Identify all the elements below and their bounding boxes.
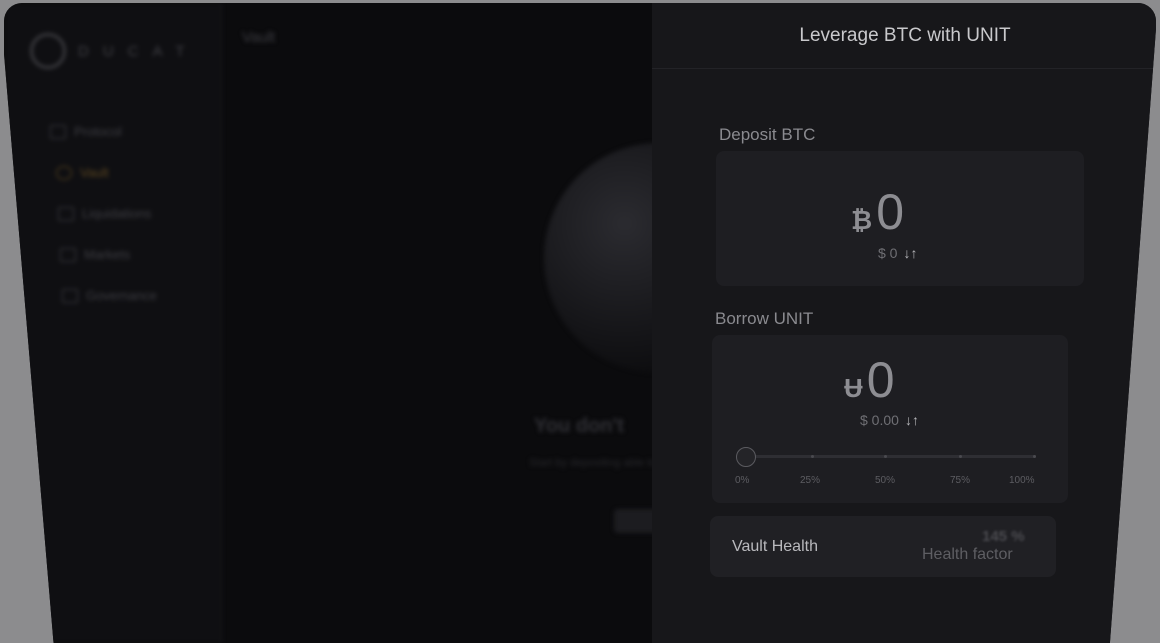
vault-health-card: Vault Health 145 % Health factor bbox=[710, 516, 1056, 577]
liquidations-icon bbox=[58, 206, 74, 221]
deposit-usd-value: $ 0 bbox=[878, 245, 898, 261]
swap-vertical-icon[interactable]: ↓↑ bbox=[903, 245, 917, 261]
slider-tick-50: 50% bbox=[875, 475, 896, 486]
borrow-usd-value: $ 0.00 bbox=[860, 412, 899, 428]
logo-text: DUCAT bbox=[78, 42, 199, 60]
sidebar-nav: Protocol Vault Liquidations Markets Gove… bbox=[50, 111, 157, 316]
deposit-usd-row: $ 0 ↓↑ bbox=[878, 245, 917, 261]
swap-vertical-icon[interactable]: ↓↑ bbox=[905, 412, 919, 428]
sidebar-item-vault[interactable]: Vault bbox=[56, 152, 157, 193]
health-factor-label: Health factor bbox=[922, 546, 1013, 563]
drawer-header: Leverage BTC with UNIT bbox=[652, 3, 1156, 69]
slider-tick-0: 0% bbox=[735, 475, 750, 486]
empty-state-title: You don't bbox=[534, 415, 624, 437]
borrow-slider-handle[interactable] bbox=[736, 447, 756, 467]
sidebar: DUCAT Protocol Vault Liquidations Market… bbox=[4, 3, 222, 643]
deposit-card[interactable]: ₿ 0 $ 0 ↓↑ bbox=[716, 151, 1084, 286]
borrow-card[interactable]: Ʉ 0 $ 0.00 ↓↑ 0% 25% 50% 75% 100% bbox=[712, 335, 1068, 503]
leverage-drawer: Leverage BTC with UNIT Deposit BTC ₿ 0 $… bbox=[652, 3, 1156, 643]
protocol-icon bbox=[50, 124, 66, 139]
vault-icon bbox=[56, 165, 72, 180]
page-title: Vault bbox=[242, 29, 276, 46]
logo-mark bbox=[30, 33, 66, 69]
deposit-label: Deposit BTC bbox=[719, 125, 816, 144]
borrow-label: Borrow UNIT bbox=[715, 309, 814, 328]
sidebar-item-liquidations[interactable]: Liquidations bbox=[58, 193, 157, 234]
sidebar-item-label: Protocol bbox=[74, 124, 122, 139]
vault-health-percent: 145 % bbox=[982, 528, 1025, 545]
logo: DUCAT bbox=[30, 33, 199, 69]
sidebar-item-label: Markets bbox=[84, 247, 131, 262]
sidebar-item-markets[interactable]: Markets bbox=[60, 234, 157, 275]
sidebar-item-label: Vault bbox=[80, 165, 109, 180]
borrow-slider-track[interactable] bbox=[742, 455, 1036, 458]
sidebar-item-protocol[interactable]: Protocol bbox=[50, 111, 157, 152]
sidebar-item-label: Liquidations bbox=[82, 206, 152, 221]
governance-icon bbox=[62, 288, 78, 303]
drawer-title: Leverage BTC with UNIT bbox=[799, 24, 1011, 46]
deposit-amount-input[interactable]: ₿ 0 bbox=[851, 187, 904, 237]
slider-dot bbox=[884, 455, 887, 458]
deposit-amount-value: 0 bbox=[876, 184, 905, 240]
slider-dot bbox=[959, 455, 962, 458]
vault-health-title: Vault Health bbox=[732, 538, 818, 555]
unit-icon: Ʉ bbox=[844, 373, 863, 403]
slider-tick-75: 75% bbox=[950, 475, 971, 486]
borrow-amount-input[interactable]: Ʉ 0 bbox=[844, 355, 895, 405]
slider-tick-25: 25% bbox=[800, 475, 821, 486]
slider-dot bbox=[811, 455, 814, 458]
borrow-amount-value: 0 bbox=[866, 352, 895, 408]
markets-icon bbox=[60, 247, 76, 262]
sidebar-item-label: Governance bbox=[86, 288, 157, 303]
slider-dot bbox=[1033, 455, 1036, 458]
slider-tick-100: 100% bbox=[1009, 475, 1035, 486]
sidebar-item-governance[interactable]: Governance bbox=[62, 275, 157, 316]
borrow-usd-row: $ 0.00 ↓↑ bbox=[860, 412, 919, 428]
app-window: DUCAT Protocol Vault Liquidations Market… bbox=[4, 3, 1156, 643]
bitcoin-icon: ₿ bbox=[851, 205, 873, 235]
